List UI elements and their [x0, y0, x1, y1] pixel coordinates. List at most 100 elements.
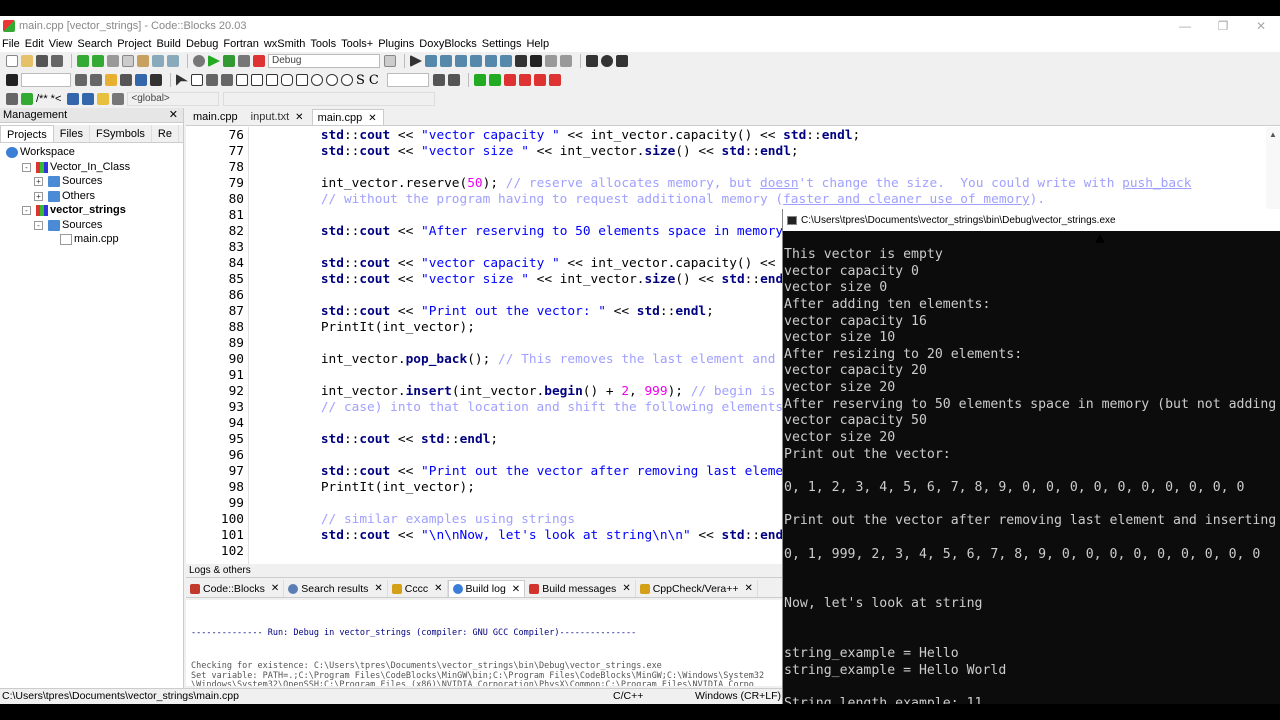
code-line[interactable]: 77 std::cout << "vector size " << int_ve… [186, 144, 1280, 160]
close-tab-icon[interactable]: ✕ [368, 113, 376, 124]
code-line[interactable]: 78 [186, 160, 1280, 176]
tree-item[interactable]: Workspace [0, 145, 183, 160]
menu-file[interactable]: File [2, 38, 20, 50]
tree-item[interactable]: - Sources [0, 218, 183, 233]
tree-item[interactable]: + Sources [0, 174, 183, 189]
menu-build[interactable]: Build [156, 38, 180, 50]
collapse-icon[interactable]: - [22, 206, 31, 215]
rebuild-icon[interactable] [238, 55, 250, 67]
find-icon[interactable] [152, 55, 164, 67]
cut-icon[interactable] [107, 55, 119, 67]
open-file-icon[interactable] [21, 55, 33, 67]
undo-icon[interactable] [77, 55, 89, 67]
file-tab[interactable]: input.txt ✕ [246, 109, 310, 125]
save-icon[interactable] [36, 55, 48, 67]
file-tab[interactable]: main.cpp [188, 109, 244, 125]
collapse-icon[interactable]: - [34, 220, 43, 230]
search-combo[interactable] [21, 73, 71, 87]
ellipse-icon[interactable] [311, 74, 323, 86]
close-tab-icon[interactable]: ✕ [622, 583, 630, 594]
log-tab[interactable]: CppCheck/Vera++ ✕ [636, 580, 758, 597]
console-title-bar[interactable]: C:\Users\tpres\Documents\vector_strings\… [783, 209, 1280, 231]
menu-search[interactable]: Search [77, 38, 112, 50]
menu-plugins[interactable]: Plugins [378, 38, 414, 50]
diagram-icon[interactable] [206, 74, 218, 86]
log-tab[interactable]: Build log ✕ [447, 580, 526, 597]
paste-icon[interactable] [137, 55, 149, 67]
flag-prev-icon[interactable] [518, 74, 531, 86]
doxy-chm-icon[interactable] [82, 93, 95, 105]
tree-item[interactable]: - Vector_In_Class [0, 160, 183, 175]
shape-icon[interactable] [296, 74, 308, 86]
menu-wxsmith[interactable]: wxSmith [264, 38, 306, 50]
menu-help[interactable]: Help [526, 38, 549, 50]
menu-tools-[interactable]: Tools+ [341, 38, 373, 50]
debug-info-icon[interactable] [560, 55, 572, 67]
doxy-html-icon[interactable] [67, 93, 80, 105]
tree-item[interactable]: main.cpp [0, 232, 183, 247]
menu-edit[interactable]: Edit [25, 38, 44, 50]
file-tab[interactable]: main.cpp ✕ [311, 109, 384, 125]
run-to-cursor-icon[interactable] [425, 55, 437, 67]
settings-icon[interactable] [432, 74, 445, 86]
debug-continue-icon[interactable] [410, 55, 422, 67]
log-tab[interactable]: Search results ✕ [284, 580, 388, 597]
step-into-instruction-icon[interactable] [500, 55, 512, 67]
box-icon[interactable] [251, 74, 263, 86]
code-line[interactable]: 80 // without the program having to requ… [186, 192, 1280, 208]
comment-buttons[interactable]: /** *< [36, 93, 61, 105]
menu-tools[interactable]: Tools [310, 38, 336, 50]
tools-icon[interactable] [447, 74, 460, 86]
scope-combo[interactable]: <global> [127, 92, 220, 106]
next-bookmark-icon[interactable] [488, 74, 501, 86]
close-tab-icon[interactable]: ✕ [512, 584, 520, 595]
prev-bookmark-icon[interactable] [473, 74, 486, 86]
text-color-icon[interactable] [120, 74, 132, 86]
box-icon[interactable] [266, 74, 278, 86]
abort-icon[interactable] [253, 55, 265, 67]
management-tab-fsymbols[interactable]: FSymbols [90, 125, 152, 142]
menu-debug[interactable]: Debug [186, 38, 218, 50]
close-tab-icon[interactable]: ✕ [374, 583, 382, 594]
step-out-icon[interactable] [470, 55, 482, 67]
close-window-button[interactable]: ✕ [1242, 16, 1280, 36]
rounded-box-icon[interactable] [281, 74, 293, 86]
redo-icon[interactable] [92, 55, 104, 67]
build-gear-icon[interactable] [193, 55, 205, 67]
management-tab-re[interactable]: Re [152, 125, 179, 142]
diagram-icon[interactable] [221, 74, 233, 86]
select-pointer-icon[interactable] [176, 74, 188, 86]
regex-icon[interactable] [135, 74, 147, 86]
clear-flags-icon[interactable] [548, 74, 561, 86]
stop-debugger-icon[interactable] [530, 55, 542, 67]
close-tab-icon[interactable]: ✕ [434, 583, 442, 594]
tree-item[interactable]: - vector_strings [0, 203, 183, 218]
copy-icon[interactable] [122, 55, 134, 67]
flag-icon[interactable] [503, 74, 516, 86]
run-icon[interactable] [208, 55, 220, 67]
forward-arrow-icon[interactable] [90, 74, 102, 86]
management-tab-files[interactable]: Files [54, 125, 90, 142]
highlight-icon[interactable] [105, 74, 117, 86]
doxy-config-icon[interactable] [112, 93, 125, 105]
replace-icon[interactable] [167, 55, 179, 67]
log-tab[interactable]: Build messages ✕ [525, 580, 636, 597]
zoom-in-icon[interactable] [326, 74, 338, 86]
code-line[interactable]: 79 int_vector.reserve(50); // reserve al… [186, 176, 1280, 192]
code-line[interactable]: 76 std::cout << "vector capacity " << in… [186, 128, 1280, 144]
find-c-icon[interactable]: C [369, 73, 379, 88]
menu-view[interactable]: View [49, 38, 73, 50]
menu-doxyblocks[interactable]: DoxyBlocks [419, 38, 476, 50]
help-icon[interactable] [97, 93, 110, 105]
find-s-icon[interactable]: S [356, 73, 365, 88]
code-completion-icon[interactable] [6, 74, 18, 86]
target-options-icon[interactable] [384, 55, 396, 67]
close-tab-icon[interactable]: ✕ [271, 583, 279, 594]
new-file-icon[interactable] [6, 55, 18, 67]
close-management-icon[interactable]: ✕ [169, 108, 178, 123]
log-tab[interactable]: Cccc ✕ [388, 580, 448, 597]
menu-project[interactable]: Project [117, 38, 151, 50]
pause-icon[interactable] [515, 55, 527, 67]
tree-item[interactable]: + Others [0, 189, 183, 204]
build-target-combo[interactable]: Debug [268, 54, 380, 68]
